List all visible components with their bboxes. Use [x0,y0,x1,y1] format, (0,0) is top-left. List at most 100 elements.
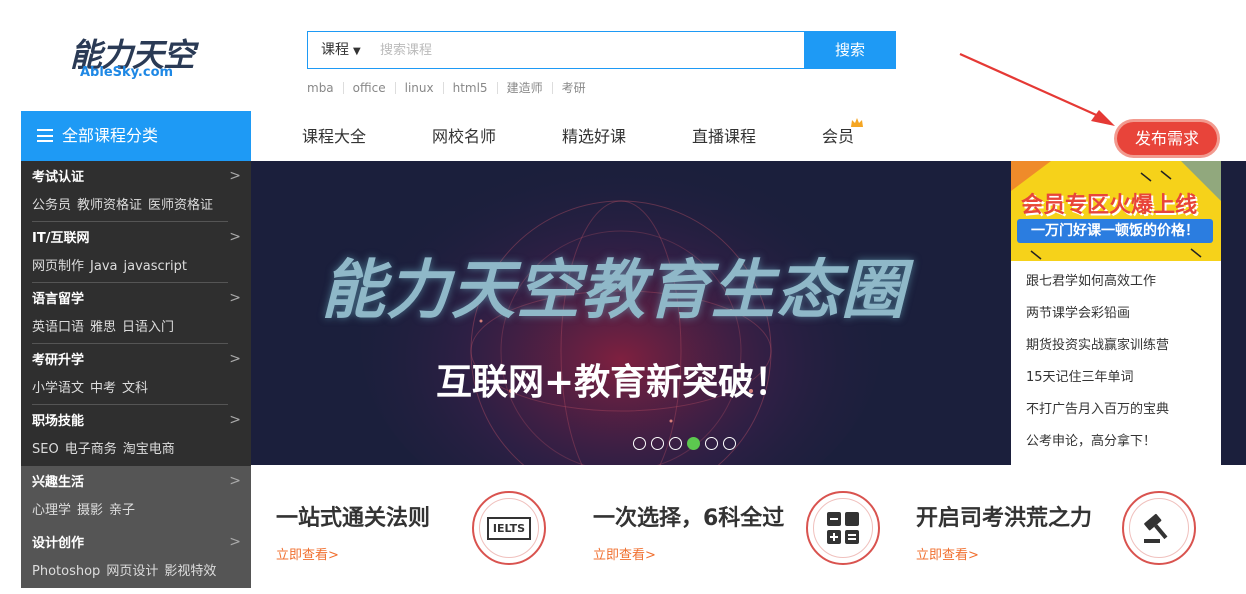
category-links: 小学语文 中考 文科 [32,377,240,401]
category-title: 考试认证 [32,170,85,185]
carousel-dot-active[interactable] [687,437,700,450]
carousel-dot[interactable] [633,437,646,450]
hot-keyword[interactable]: 考研 [551,82,595,94]
category-language[interactable]: 语言留学 > 英语口语 雅思 日语入门 [21,283,251,344]
banner-subtitle-b: 新突破！ [646,362,791,403]
category-link[interactable]: 心理学 [32,503,71,518]
ablesky-logo[interactable]: 能力天空 AbleSky.com [70,30,210,86]
search-input[interactable] [380,38,800,62]
category-link[interactable]: SEO [32,442,59,457]
hot-keywords: mba office linux html5 建造师 考研 [307,80,595,96]
gavel-glyph [1144,513,1168,543]
banner-subtitle: 互联网+教育新突破！ [436,353,790,405]
category-link[interactable]: 医师资格证 [148,198,213,213]
category-link[interactable]: 摄影 [77,503,103,518]
feature-card-text: 一次选择，6科全过 立即查看> [593,500,784,563]
category-link[interactable]: 公务员 [32,198,71,213]
gavel-icon[interactable] [1122,491,1196,565]
category-link[interactable]: 淘宝电商 [123,442,175,457]
category-link[interactable]: 文科 [122,381,148,396]
calculator-icon[interactable] [806,491,880,565]
recommended-link[interactable]: 公考申论，高分拿下！ [1026,431,1169,463]
category-title: 语言留学 [32,292,85,307]
nav-item-courses[interactable]: 课程大全 [302,124,366,150]
category-link[interactable]: 网页制作 [32,259,84,274]
recommended-link[interactable]: 15天记住三年单词 [1026,367,1169,399]
search-category-dropdown[interactable]: 课程 ▼ [308,32,376,68]
carousel-dot[interactable] [651,437,664,450]
chevron-right-icon: > [229,290,241,306]
icon-ring [813,498,873,558]
category-hobby[interactable]: 兴趣生活 > 心理学 摄影 亲子 [21,466,251,527]
chevron-right-icon: > [229,412,241,428]
recommended-link[interactable]: 不打广告月入百万的宝典 [1026,399,1169,431]
carousel-dot[interactable] [669,437,682,450]
category-title: 设计创作 [32,536,85,551]
category-design[interactable]: 设计创作 > Photoshop 网页设计 影视特效 [21,527,251,588]
hot-keyword[interactable]: linux [394,82,443,94]
category-postgrad[interactable]: 考研升学 > 小学语文 中考 文科 [21,344,251,405]
category-links: 英语口语 雅思 日语入门 [32,316,240,340]
category-menu: 考试认证 > 公务员 教师资格证 医师资格证 IT/互联网 > 网页制作 Java ja… [21,161,251,588]
annotation-arrow [959,52,1115,126]
icon-ring [1129,498,1189,558]
category-link[interactable]: javascript [123,259,186,274]
category-link[interactable]: 雅思 [90,320,116,335]
search-bar: 课程 ▼ 搜索 [307,31,896,69]
hot-keyword[interactable]: mba [307,82,343,94]
carousel-dot[interactable] [705,437,718,450]
nav-item-vip[interactable]: 会员 [822,118,864,150]
recommended-link[interactable]: 跟七君学如何高效工作 [1026,271,1169,303]
category-link[interactable]: Photoshop [32,564,100,579]
category-link[interactable]: 英语口语 [32,320,84,335]
feature-link[interactable]: 立即查看> [276,544,430,563]
logo-text-en: AbleSky.com [80,65,174,80]
category-link[interactable]: 亲子 [109,503,135,518]
chevron-right-icon: > [229,534,241,550]
category-link[interactable]: 影视特效 [164,564,216,579]
nav-item-featured[interactable]: 精选好课 [562,124,626,150]
ielts-icon[interactable]: IELTS [472,491,546,565]
category-it[interactable]: IT/互联网 > 网页制作 Java javascript [21,222,251,283]
category-link[interactable]: 小学语文 [32,381,84,396]
search-button[interactable]: 搜索 [804,31,896,69]
side-panel: 会员专区火爆上线 一万门好课一顿饭的价格！ 跟七君学如何高效工作 两节课学会彩铅… [1011,161,1221,465]
carousel-dot[interactable] [723,437,736,450]
hero-banner[interactable]: 能力天空教育生态圈 互联网+教育新突破！ [251,161,1011,465]
vip-promo-ad[interactable]: 会员专区火爆上线 一万门好课一顿饭的价格！ [1011,161,1221,261]
nav-item-teachers[interactable]: 网校名师 [432,124,496,150]
chevron-right-icon: > [229,351,241,367]
category-career[interactable]: 职场技能 > SEO 电子商务 淘宝电商 [21,405,251,466]
category-link[interactable]: 网页设计 [106,564,158,579]
category-links: SEO 电子商务 淘宝电商 [32,438,240,462]
page: 能力天空 AbleSky.com 课程 ▼ 搜索 mba office linux… [0,0,1246,594]
icon-ring: IELTS [479,498,539,558]
category-link[interactable]: 日语入门 [122,320,174,335]
feature-card-text: 开启司考洪荒之力 立即查看> [916,500,1092,563]
ielts-icon-label: IELTS [486,516,532,540]
recommended-link[interactable]: 两节课学会彩铅画 [1026,303,1169,335]
category-links: 网页制作 Java javascript [32,255,240,279]
hot-keyword[interactable]: 建造师 [496,82,552,94]
search-category-label: 课程 [321,42,349,58]
banner-title: 能力天空教育生态圈 [321,253,906,328]
category-title: 兴趣生活 [32,475,85,490]
hot-keyword[interactable]: html5 [442,82,497,94]
category-links: 公务员 教师资格证 医师资格证 [32,194,240,218]
category-link[interactable]: Java [90,259,117,274]
category-link[interactable]: 中考 [90,381,116,396]
category-exam[interactable]: 考试认证 > 公务员 教师资格证 医师资格证 [21,161,251,222]
publish-demand-button[interactable]: 发布需求 [1117,122,1217,155]
all-categories-button[interactable]: 全部课程分类 [21,111,251,161]
calculator-glyph [827,512,859,544]
feature-link[interactable]: 立即查看> [916,544,1092,563]
nav-item-live[interactable]: 直播课程 [692,124,756,150]
recommended-link[interactable]: 期货投资实战赢家训练营 [1026,335,1169,367]
category-link[interactable]: 电子商务 [65,442,117,457]
feature-link[interactable]: 立即查看> [593,544,784,563]
promo-title: 会员专区火爆上线 [1021,193,1198,218]
category-link[interactable]: 教师资格证 [77,198,142,213]
hot-keyword[interactable]: office [342,82,395,94]
feature-title: 一站式通关法则 [276,506,431,531]
chevron-right-icon: > [229,229,241,245]
